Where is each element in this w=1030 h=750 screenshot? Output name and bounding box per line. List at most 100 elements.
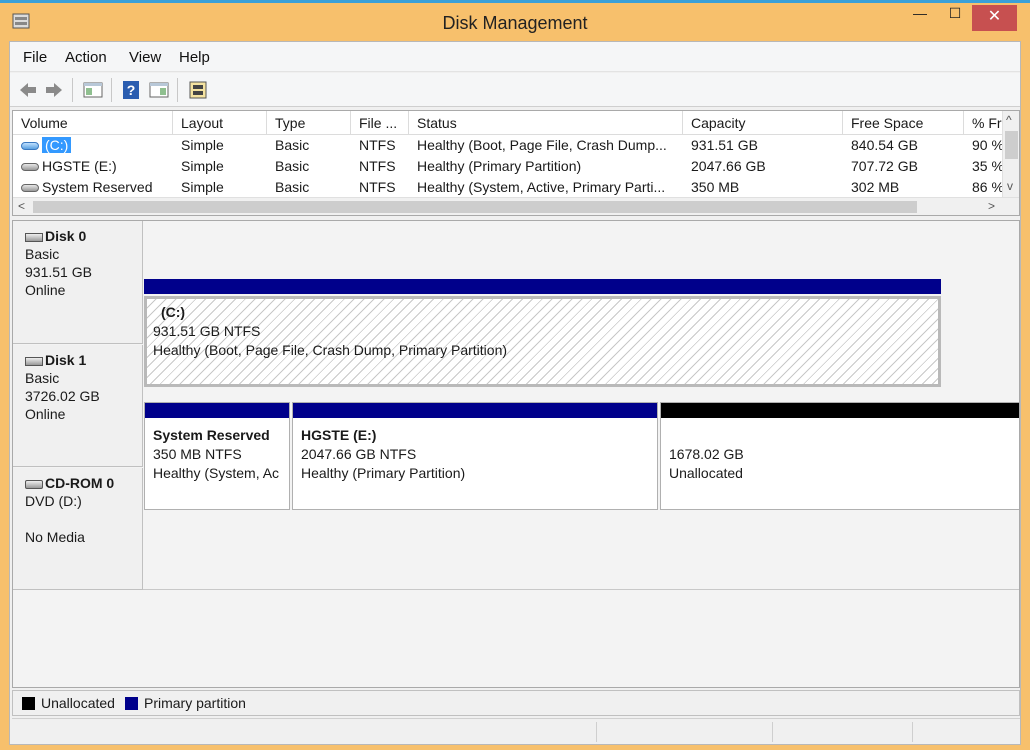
- partition-name: (C:): [161, 304, 186, 320]
- disk-name: Disk 1: [45, 352, 87, 368]
- status-cell: Healthy (Primary Partition): [417, 158, 582, 174]
- type-cell: Basic: [275, 179, 310, 195]
- menu-help[interactable]: Help: [179, 49, 210, 66]
- type-cell: Basic: [275, 158, 310, 174]
- file-system-cell: NTFS: [359, 137, 396, 153]
- disk-name: Disk 0: [45, 228, 87, 244]
- console-tree-icon[interactable]: [82, 79, 104, 101]
- help-icon[interactable]: ?: [120, 79, 142, 101]
- table-row[interactable]: HGSTE (E:): [13, 158, 173, 178]
- column-header-capacity[interactable]: Capacity: [683, 111, 843, 135]
- column-header-free-space[interactable]: Free Space: [843, 111, 964, 135]
- minimize-button[interactable]: —: [905, 5, 935, 31]
- table-row[interactable]: System Reserved: [13, 179, 173, 199]
- partition-status: Healthy (Boot, Page File, Crash Dump, Pr…: [153, 342, 508, 358]
- partition-c[interactable]: (C:) 931.51 GB NTFS Healthy (Boot, Page …: [144, 279, 941, 387]
- toolbar-separator: [111, 78, 112, 102]
- vertical-scroll-thumb[interactable]: [1005, 131, 1018, 159]
- svg-text:?: ?: [127, 82, 136, 98]
- disk-name: CD-ROM 0: [45, 475, 115, 491]
- title-bar: Disk Management — ☐ ✕: [0, 3, 1030, 41]
- free-space-cell: 302 MB: [851, 179, 900, 195]
- scroll-down-icon[interactable]: v: [1007, 179, 1013, 193]
- disk-0-label[interactable]: Disk 0 Basic 931.51 GB Online: [13, 221, 143, 344]
- status-separator: [772, 722, 773, 742]
- partition-size: 2047.66 GB NTFS: [301, 446, 417, 462]
- layout-cell: Simple: [181, 137, 224, 153]
- status-cell: Healthy (Boot, Page File, Crash Dump...: [417, 137, 667, 153]
- disk-type: Basic: [25, 246, 60, 262]
- table-row[interactable]: (C:): [13, 137, 173, 157]
- legend-primary-partition: Primary partition: [144, 695, 246, 711]
- scroll-left-icon[interactable]: <: [18, 199, 25, 213]
- column-header-percent-free[interactable]: % Fr: [964, 111, 1004, 135]
- column-header-layout[interactable]: Layout: [173, 111, 267, 135]
- scroll-up-icon[interactable]: ^: [1006, 113, 1012, 127]
- partition-size: 931.51 GB NTFS: [153, 323, 261, 339]
- menu-action[interactable]: Action: [65, 49, 107, 66]
- primary-partition-swatch: [125, 697, 138, 710]
- capacity-cell: 2047.66 GB: [691, 158, 766, 174]
- legend-unallocated: Unallocated: [41, 695, 115, 711]
- disk-1-label[interactable]: Disk 1 Basic 3726.02 GB Online: [13, 345, 143, 467]
- partition-type-bar: [144, 279, 941, 294]
- column-header-type[interactable]: Type: [267, 111, 351, 135]
- toolbar: ?: [10, 73, 1020, 107]
- volume-icon: [21, 184, 39, 193]
- toolbar-separator: [177, 78, 178, 102]
- disk-type: DVD (D:): [25, 493, 82, 509]
- disk-state: No Media: [25, 529, 85, 545]
- disk-size: [25, 510, 142, 528]
- partition-status: Healthy (Primary Partition): [301, 465, 466, 481]
- unallocated-space[interactable]: 1678.02 GB Unallocated: [660, 402, 1019, 510]
- horizontal-scrollbar[interactable]: < >: [13, 197, 1019, 215]
- partition-name: HGSTE (E:): [301, 427, 377, 443]
- percent-free-cell: 86 %: [972, 179, 1004, 195]
- volume-icon: [21, 142, 39, 151]
- capacity-cell: 931.51 GB: [691, 137, 758, 153]
- capacity-cell: 350 MB: [691, 179, 740, 195]
- vertical-scrollbar[interactable]: ^ v: [1002, 111, 1019, 199]
- volume-list: Volume Layout Type File ... Status Capac…: [12, 110, 1020, 216]
- client-area: File Action View Help ? Volume Layout Ty…: [9, 41, 1021, 745]
- file-system-cell: NTFS: [359, 158, 396, 174]
- legend: Unallocated Primary partition: [12, 690, 1020, 716]
- partition-status: Healthy (System, Ac: [153, 465, 280, 481]
- partition-size: 350 MB NTFS: [153, 446, 242, 462]
- disk-state: Online: [25, 406, 66, 422]
- cdrom-0-label[interactable]: CD-ROM 0 DVD (D:) No Media: [13, 468, 143, 590]
- close-button[interactable]: ✕: [972, 5, 1017, 31]
- partition-status: Unallocated: [669, 465, 743, 481]
- disk-map-pane: Disk 0 Basic 931.51 GB Online (C:) 931.5…: [12, 220, 1020, 688]
- status-cell: Healthy (System, Active, Primary Parti..…: [417, 179, 666, 195]
- status-separator: [912, 722, 913, 742]
- volume-name: (C:): [42, 137, 72, 153]
- properties-icon[interactable]: [148, 79, 170, 101]
- disk-tool-icon[interactable]: [187, 79, 209, 101]
- menu-view[interactable]: View: [129, 49, 161, 66]
- free-space-cell: 840.54 GB: [851, 137, 918, 153]
- maximize-button[interactable]: ☐: [940, 5, 970, 31]
- menu-file[interactable]: File: [23, 49, 47, 66]
- volume-name: HGSTE (E:): [42, 158, 117, 174]
- column-header-status[interactable]: Status: [409, 111, 683, 135]
- partition-type-bar: [661, 403, 1019, 418]
- horizontal-scroll-thumb[interactable]: [33, 201, 917, 213]
- layout-cell: Simple: [181, 158, 224, 174]
- partition-system-reserved[interactable]: System Reserved 350 MB NTFS Healthy (Sys…: [144, 402, 290, 510]
- disk-state: Online: [25, 282, 66, 298]
- disk-management-window: Disk Management — ☐ ✕ File Action View H…: [0, 0, 1030, 750]
- scroll-right-icon[interactable]: >: [988, 199, 995, 213]
- partition-c-body: (C:) 931.51 GB NTFS Healthy (Boot, Page …: [144, 296, 941, 387]
- volume-icon: [21, 163, 39, 172]
- back-arrow-icon[interactable]: [17, 79, 39, 101]
- free-space-cell: 707.72 GB: [851, 158, 918, 174]
- forward-arrow-icon[interactable]: [43, 79, 65, 101]
- type-cell: Basic: [275, 137, 310, 153]
- toolbar-separator: [72, 78, 73, 102]
- partition-hgste[interactable]: HGSTE (E:) 2047.66 GB NTFS Healthy (Prim…: [292, 402, 658, 510]
- unallocated-body: 1678.02 GB Unallocated: [665, 422, 1015, 505]
- column-header-volume[interactable]: Volume: [13, 111, 173, 135]
- hard-disk-icon: [25, 232, 43, 242]
- column-header-file-system[interactable]: File ...: [351, 111, 409, 135]
